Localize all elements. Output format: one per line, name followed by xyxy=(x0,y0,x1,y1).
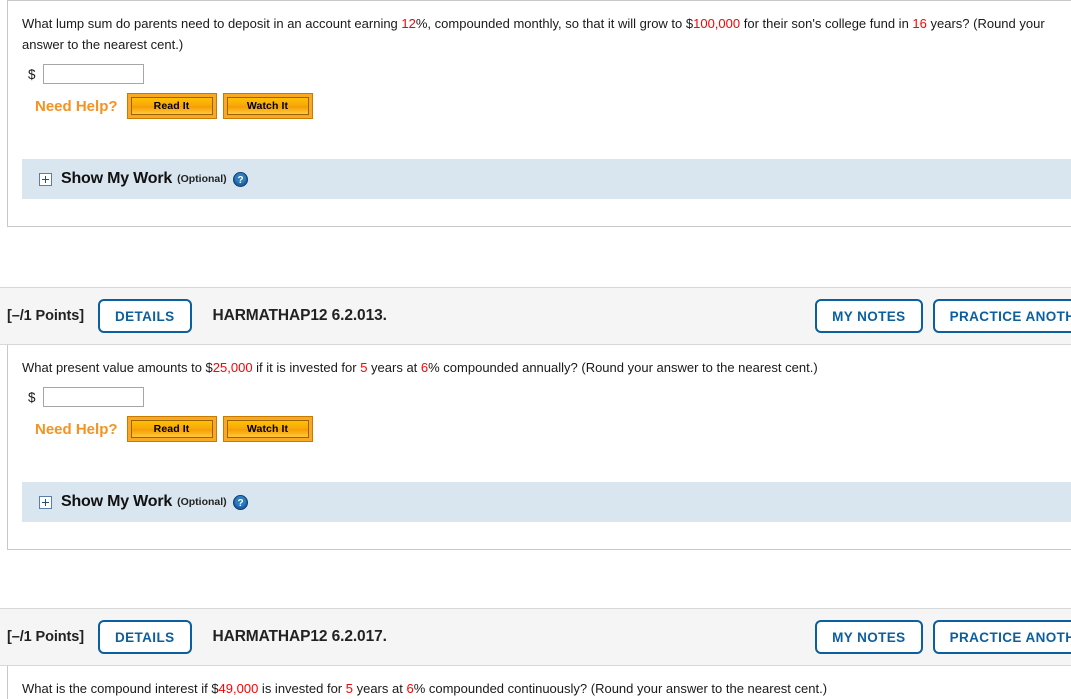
header-actions-2: MY NOTES PRACTICE ANOTHER xyxy=(815,299,1071,333)
question-body-1: What lump sum do parents need to deposit… xyxy=(8,1,1071,159)
details-button-3[interactable]: DETAILS xyxy=(97,620,192,654)
show-my-work-bar-2[interactable]: Show My Work (Optional) ? xyxy=(22,482,1071,522)
answer-row-2: $ xyxy=(28,387,1071,407)
card-gap-1 xyxy=(0,227,1071,287)
my-notes-button-2[interactable]: MY NOTES xyxy=(815,299,923,333)
practice-another-button-2[interactable]: PRACTICE ANOTHER xyxy=(932,299,1071,333)
question-mark-help-icon[interactable]: ? xyxy=(232,494,248,510)
read-it-button-2[interactable]: Read It xyxy=(130,420,213,438)
question-text-3: What is the compound interest if $49,000… xyxy=(22,681,828,696)
question-body-2: What present value amounts to $25,000 if… xyxy=(8,345,1071,482)
need-help-label: Need Help? xyxy=(35,97,118,115)
need-help-label: Need Help? xyxy=(35,420,118,438)
dollar-sign-label: $ xyxy=(28,66,36,82)
watch-it-button-1[interactable]: Watch It xyxy=(226,97,309,115)
card-tail xyxy=(8,522,1071,549)
question-header-2: [–/1 Points] DETAILS HARMATHAP12 6.2.013… xyxy=(0,287,1071,345)
question-card-1: What lump sum do parents need to deposit… xyxy=(7,0,1071,227)
plus-expand-icon[interactable] xyxy=(39,495,52,509)
svg-text:?: ? xyxy=(237,498,243,509)
assignment-page: What lump sum do parents need to deposit… xyxy=(0,0,1071,699)
question-card-3: What is the compound interest if $49,000… xyxy=(7,666,1071,699)
points-label-2: [–/1 Points] xyxy=(7,308,84,324)
question-header-3: [–/1 Points] DETAILS HARMATHAP12 6.2.017… xyxy=(0,608,1071,666)
question-title-3: HARMATHAP12 6.2.017. xyxy=(212,628,387,645)
optional-label: (Optional) xyxy=(177,496,227,508)
header-actions-3: MY NOTES PRACTICE ANOTHER xyxy=(815,620,1071,654)
question-card-2: What present value amounts to $25,000 if… xyxy=(7,345,1071,550)
practice-another-button-3[interactable]: PRACTICE ANOTHER xyxy=(932,620,1071,654)
question-title-2: HARMATHAP12 6.2.013. xyxy=(212,307,387,324)
svg-text:?: ? xyxy=(237,175,243,186)
question-text-2: What present value amounts to $25,000 if… xyxy=(22,360,818,375)
need-help-row-1: Need Help? Read It Watch It xyxy=(35,97,1071,115)
watch-it-button-2[interactable]: Watch It xyxy=(226,420,309,438)
dollar-sign-label: $ xyxy=(28,389,36,405)
read-it-button-1[interactable]: Read It xyxy=(130,97,213,115)
question-body-3: What is the compound interest if $49,000… xyxy=(8,666,1071,699)
show-my-work-label: Show My Work xyxy=(61,170,173,187)
answer-input-2[interactable] xyxy=(42,387,144,407)
my-notes-button-3[interactable]: MY NOTES xyxy=(815,620,923,654)
card-tail xyxy=(8,199,1071,226)
details-button-2[interactable]: DETAILS xyxy=(97,299,192,333)
answer-input-1[interactable] xyxy=(42,64,144,84)
card-gap-2 xyxy=(0,550,1071,608)
points-label-3: [–/1 Points] xyxy=(7,629,84,645)
plus-expand-icon[interactable] xyxy=(39,172,52,186)
question-mark-help-icon[interactable]: ? xyxy=(232,171,248,187)
show-my-work-bar-1[interactable]: Show My Work (Optional) ? xyxy=(22,159,1071,199)
optional-label: (Optional) xyxy=(177,173,227,185)
question-text-1: What lump sum do parents need to deposit… xyxy=(22,16,1045,52)
need-help-row-2: Need Help? Read It Watch It xyxy=(35,420,1071,438)
show-my-work-label: Show My Work xyxy=(61,493,173,510)
answer-row-1: $ xyxy=(28,64,1071,84)
